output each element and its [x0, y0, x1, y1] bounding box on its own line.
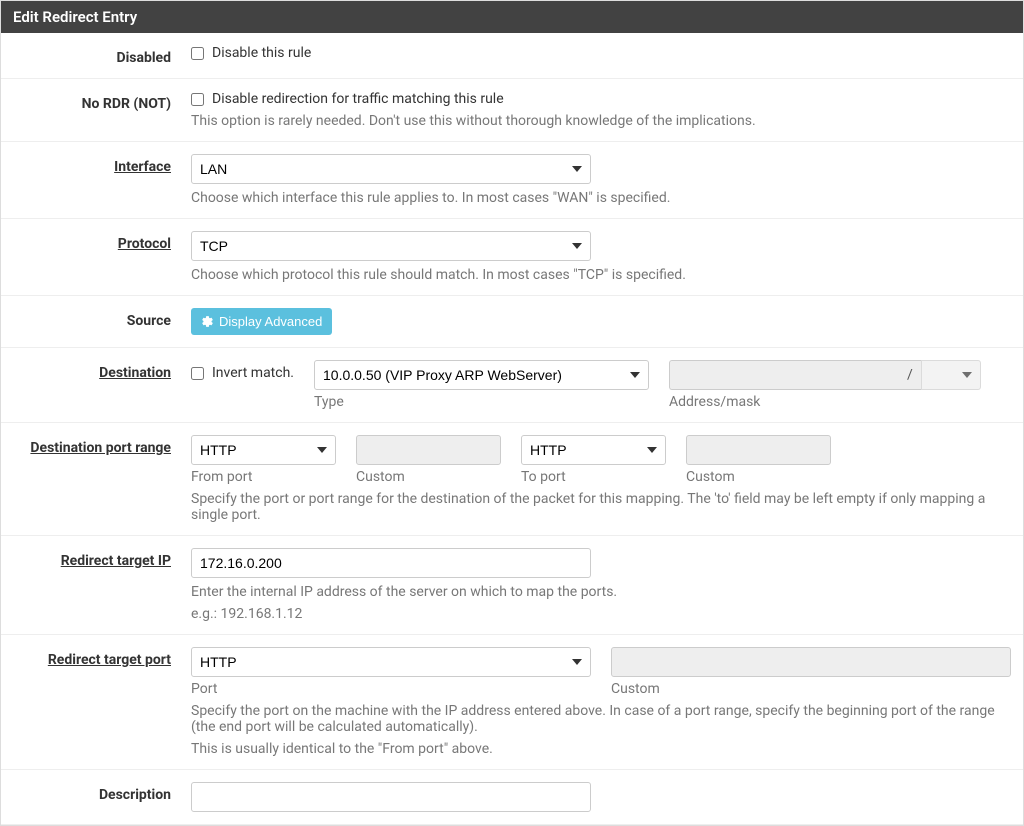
row-redir-port: Redirect target port HTTP Port Custom Sp…	[1, 635, 1023, 770]
help-redir-ip-2: e.g.: 192.168.1.12	[191, 606, 1013, 622]
label-protocol: Protocol	[11, 231, 191, 252]
row-interface: Interface LAN Choose which interface thi…	[1, 142, 1023, 219]
help-protocol: Choose which protocol this rule should m…	[191, 267, 1013, 283]
sublabel-to-custom: Custom	[686, 469, 831, 485]
select-redir-port[interactable]: HTTP	[191, 647, 591, 677]
checkbox-label-disable-rule: Disable this rule	[212, 45, 311, 61]
row-description: Description	[1, 770, 1023, 825]
row-destination: Destination Invert match. 10.0.0.50 (VIP…	[1, 348, 1023, 423]
row-source: Source Display Advanced	[1, 296, 1023, 348]
row-redir-ip: Redirect target IP Enter the internal IP…	[1, 536, 1023, 635]
sublabel-from-port: From port	[191, 469, 336, 485]
select-interface[interactable]: LAN	[191, 154, 591, 184]
row-nordr: No RDR (NOT) Disable redirection for tra…	[1, 79, 1023, 142]
label-interface: Interface	[11, 154, 191, 175]
help-redir-port-2: This is usually identical to the "From p…	[191, 741, 1013, 757]
row-dest-port: Destination port range HTTP From port Cu…	[1, 423, 1023, 536]
row-protocol: Protocol TCP Choose which protocol this …	[1, 219, 1023, 296]
label-disabled: Disabled	[11, 45, 191, 66]
sublabel-redir-port: Port	[191, 681, 591, 697]
help-dest-port: Specify the port or port range for the d…	[191, 491, 1013, 523]
slash-separator: /	[899, 360, 921, 390]
select-destination-type[interactable]: 10.0.0.50 (VIP Proxy ARP WebServer)	[314, 360, 649, 390]
gear-icon	[201, 315, 214, 328]
label-nordr: No RDR (NOT)	[11, 91, 191, 112]
input-to-custom	[686, 435, 831, 465]
help-interface: Choose which interface this rule applies…	[191, 190, 1013, 206]
label-description: Description	[11, 782, 191, 803]
sublabel-from-custom: Custom	[356, 469, 501, 485]
select-protocol[interactable]: TCP	[191, 231, 591, 261]
sublabel-dest-addrmask: Address/mask	[669, 394, 981, 410]
input-redir-custom	[611, 647, 1011, 677]
display-advanced-button[interactable]: Display Advanced	[191, 308, 332, 335]
input-description[interactable]	[191, 782, 591, 812]
row-disabled: Disabled Disable this rule	[1, 33, 1023, 79]
checkbox-label-invert: Invert match.	[212, 365, 294, 381]
input-from-custom	[356, 435, 501, 465]
help-redir-ip-1: Enter the internal IP address of the ser…	[191, 584, 1013, 600]
label-destination: Destination	[11, 360, 191, 381]
panel-title: Edit Redirect Entry	[1, 1, 1023, 33]
sublabel-dest-type: Type	[314, 394, 649, 410]
display-advanced-label: Display Advanced	[219, 314, 322, 329]
checkbox-label-nordr: Disable redirection for traffic matching…	[212, 91, 504, 107]
sublabel-redir-custom: Custom	[611, 681, 1011, 697]
label-redir-port: Redirect target port	[11, 647, 191, 668]
select-to-port[interactable]: HTTP	[521, 435, 666, 465]
input-redir-ip[interactable]	[191, 548, 591, 578]
checkbox-nordr[interactable]	[191, 93, 204, 106]
label-source: Source	[11, 308, 191, 329]
help-nordr: This option is rarely needed. Don't use …	[191, 113, 1013, 129]
sublabel-to-port: To port	[521, 469, 666, 485]
edit-redirect-panel: Edit Redirect Entry Disabled Disable thi…	[0, 0, 1024, 826]
checkbox-invert-match[interactable]	[191, 367, 204, 380]
label-redir-ip: Redirect target IP	[11, 548, 191, 569]
help-redir-port-1: Specify the port on the machine with the…	[191, 703, 1013, 735]
input-dest-address	[669, 360, 899, 390]
label-dest-port: Destination port range	[11, 435, 191, 456]
select-from-port[interactable]: HTTP	[191, 435, 336, 465]
select-dest-mask	[921, 360, 981, 390]
checkbox-disable-rule[interactable]	[191, 47, 204, 60]
